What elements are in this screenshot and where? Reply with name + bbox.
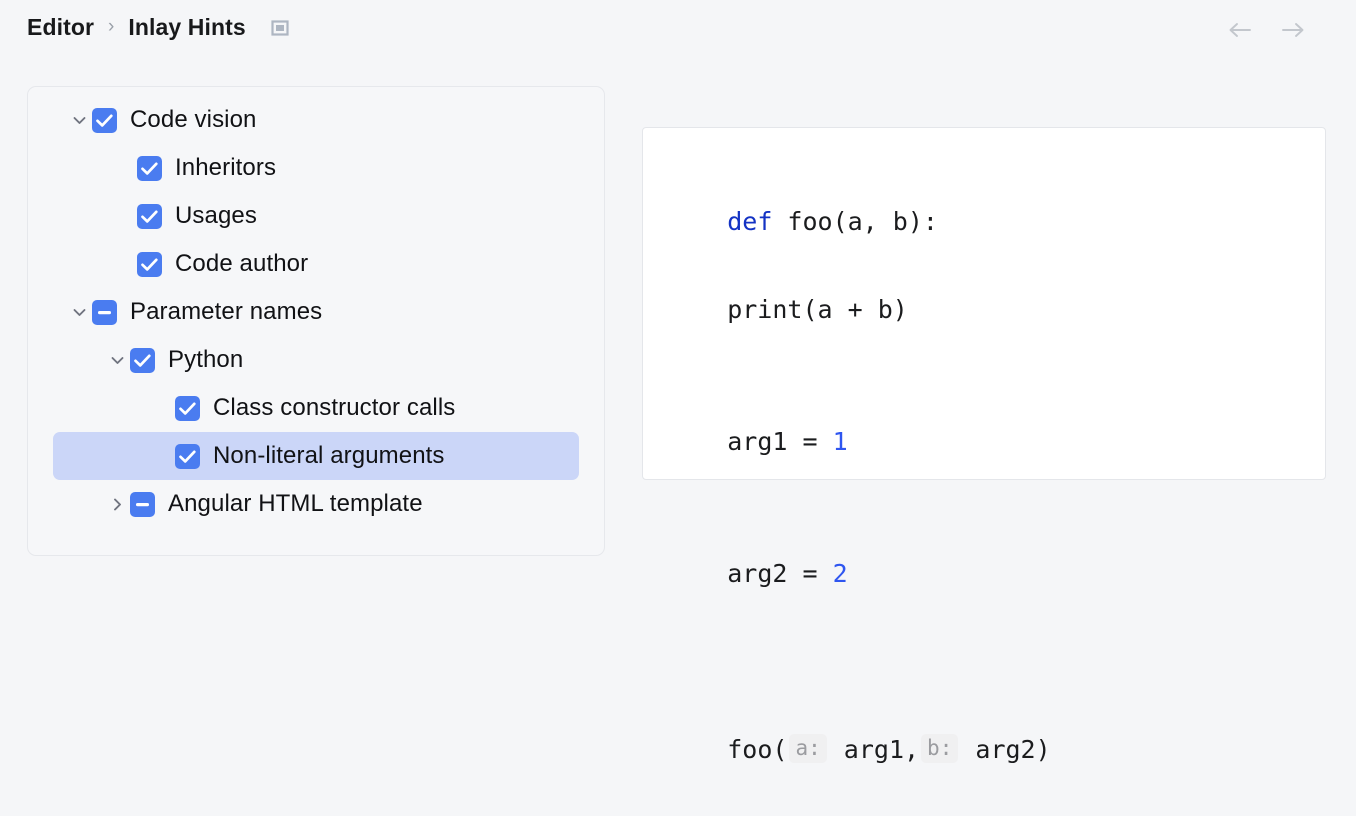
breadcrumb-item-editor[interactable]: Editor [27,14,94,41]
checkbox-checked[interactable] [175,396,200,421]
tree-item-label: Usages [175,202,257,230]
tree-item-label: Inheritors [175,154,276,182]
tree-row[interactable]: Code vision [53,96,579,144]
arrow-left-icon[interactable] [1227,17,1253,43]
checkbox-checked[interactable] [92,108,117,133]
chevron-down-icon[interactable] [66,107,92,133]
tree-item-label: Code author [175,250,308,278]
code-line-4-text: arg2 = [727,559,832,588]
checkbox-indeterminate[interactable] [92,300,117,325]
page-header: Editor › Inlay Hints [0,0,1356,60]
arrow-right-icon[interactable] [1280,17,1306,43]
code-line-blank-1 [667,332,1325,376]
code-preview-panel: def foo(a, b): print(a + b) arg1 = 1 arg… [642,127,1326,480]
navigation-arrows [1227,17,1306,43]
tree-row[interactable]: Python [53,336,579,384]
tree-row[interactable]: Non-literal arguments [53,432,579,480]
tree-item-label: Python [168,346,243,374]
keyword-def: def [727,207,772,236]
chevron-right-icon[interactable] [104,491,130,517]
tree-item-label: Non-literal arguments [213,442,445,470]
twisty-placeholder [111,203,137,229]
checkbox-checked[interactable] [175,444,200,469]
checkbox-checked[interactable] [137,156,162,181]
checkbox-indeterminate[interactable] [130,492,155,517]
tree-row[interactable]: Parameter names [53,288,579,336]
inlay-hint-a[interactable]: a: [789,734,826,763]
number-literal-2: 2 [833,559,848,588]
checkbox-checked[interactable] [130,348,155,373]
tree-row[interactable]: Inheritors [53,144,579,192]
code-line-1-rest: foo(a, b): [772,207,938,236]
code-line-2: print(a + b) [667,288,1325,332]
code-line-3: arg1 = 1 [667,376,1325,508]
tree-item-label: Parameter names [130,298,322,326]
code-arg-2: arg2) [960,735,1050,764]
checkbox-checked[interactable] [137,204,162,229]
code-line-3-text: arg1 = [727,427,832,456]
checkbox-checked[interactable] [137,252,162,277]
tree-row[interactable]: Code author [53,240,579,288]
twisty-placeholder [149,395,175,421]
tree-item-label: Code vision [130,106,257,134]
tree-row[interactable]: Angular HTML template [53,480,579,528]
number-literal-1: 1 [833,427,848,456]
twisty-placeholder [111,155,137,181]
tree-item-label: Angular HTML template [168,490,423,518]
chevron-down-icon[interactable] [104,347,130,373]
code-line-1: def foo(a, b): [667,156,1325,288]
code-line-5: foo(a: arg1,b: arg2) [667,684,1325,816]
tree-item-label: Class constructor calls [213,394,455,422]
code-arg-1: arg1, [829,735,919,764]
tree-row[interactable]: Class constructor calls [53,384,579,432]
breadcrumb-separator: › [108,17,114,38]
inlay-hints-tree: Code vision Inheritors Usages Code author Pa… [27,86,605,556]
inlay-hint-b[interactable]: b: [921,734,958,763]
chevron-down-icon[interactable] [66,299,92,325]
twisty-placeholder [149,443,175,469]
code-line-4: arg2 = 2 [667,508,1325,640]
code-call-prefix: foo( [727,735,787,764]
breadcrumb-item-inlay-hints[interactable]: Inlay Hints [128,14,245,41]
twisty-placeholder [111,251,137,277]
code-line-blank-2 [667,640,1325,684]
breadcrumb: Editor › Inlay Hints [27,14,289,41]
tree-row[interactable]: Usages [53,192,579,240]
window-preview-icon[interactable] [271,19,289,37]
